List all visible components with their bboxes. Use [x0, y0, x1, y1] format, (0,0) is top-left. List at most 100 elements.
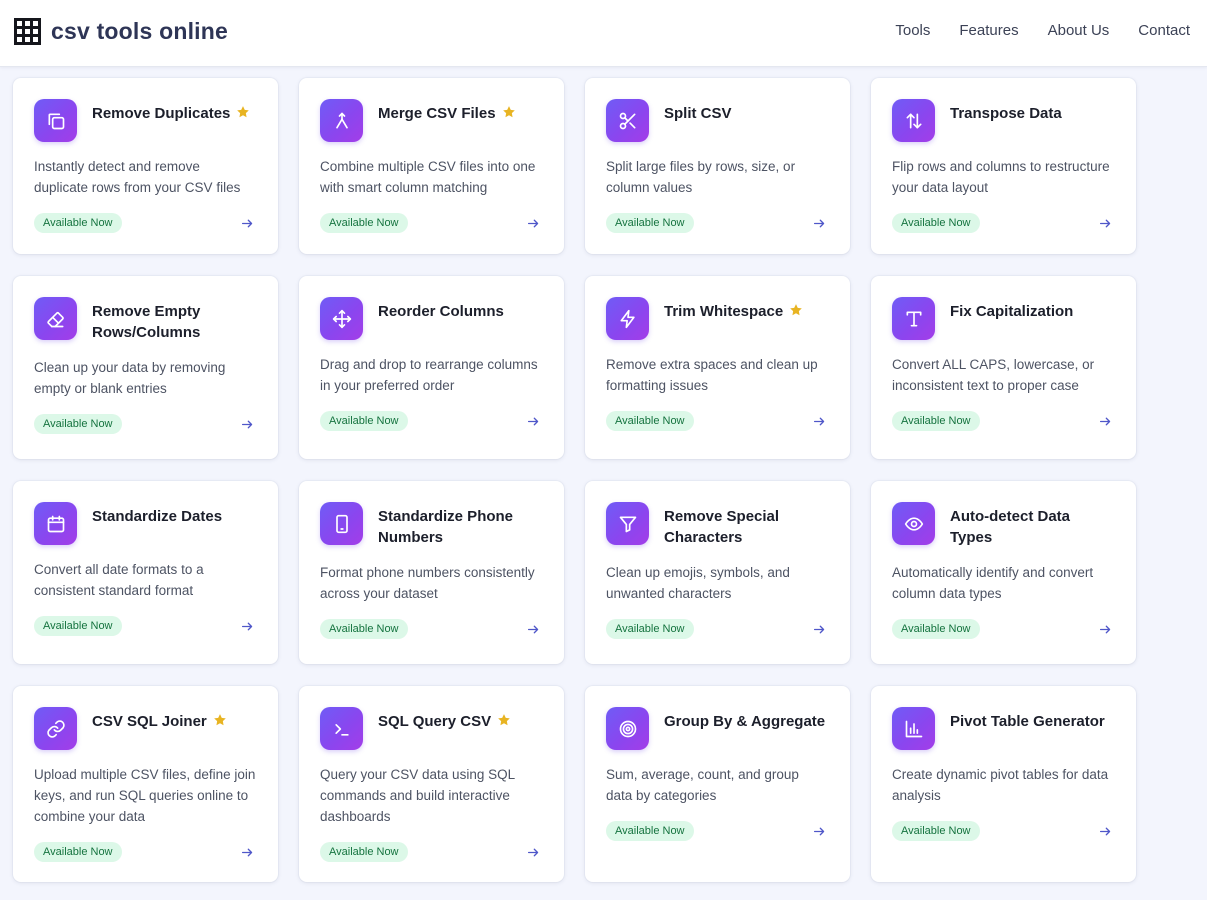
tool-card-merge-csv-files[interactable]: Merge CSV Files Combine multiple CSV fil…: [299, 78, 564, 254]
card-description: Remove extra spaces and clean up formatt…: [606, 357, 818, 393]
tools-row: Remove Duplicates Instantly detect and r…: [13, 78, 1136, 254]
tool-card-transpose-data[interactable]: Transpose Data Flip rows and columns to …: [871, 78, 1136, 254]
card-footer: Available Now: [606, 411, 828, 431]
move-icon: [320, 297, 363, 340]
lightning-icon: [606, 297, 649, 340]
merge-icon: [320, 99, 363, 142]
tool-card-standardize-dates[interactable]: Standardize Dates Convert all date forma…: [13, 481, 278, 664]
card-header: Split CSV: [606, 99, 828, 142]
card-title: Standardize Phone Numbers: [378, 508, 514, 546]
site-header: csv tools online Tools Features About Us…: [0, 0, 1207, 67]
arrow-right-icon[interactable]: [527, 623, 540, 636]
card-title: CSV SQL Joiner: [92, 713, 207, 730]
arrow-right-icon[interactable]: [241, 846, 254, 859]
card-title-wrap: Remove Empty Rows/Columns: [92, 297, 256, 343]
link-icon: [34, 707, 77, 750]
arrow-right-icon[interactable]: [1099, 217, 1112, 230]
logo-text: csv tools online: [51, 18, 229, 44]
status-badge: Available Now: [606, 619, 694, 639]
arrow-right-icon[interactable]: [527, 846, 540, 859]
status-badge: Available Now: [892, 213, 980, 233]
card-header: Remove Duplicates: [34, 99, 256, 142]
status-badge: Available Now: [320, 619, 408, 639]
tool-card-reorder-columns[interactable]: Reorder Columns Drag and drop to rearran…: [299, 276, 564, 459]
card-description: Upload multiple CSV files, define join k…: [34, 767, 256, 824]
tool-card-csv-sql-joiner[interactable]: CSV SQL Joiner Upload multiple CSV files…: [13, 686, 278, 882]
card-title: Group By & Aggregate: [664, 713, 826, 730]
card-title: Reorder Columns: [378, 303, 504, 320]
nav-contact[interactable]: Contact: [1138, 22, 1190, 39]
tool-card-sql-query-csv[interactable]: SQL Query CSV Query your CSV data using …: [299, 686, 564, 882]
type-icon: [892, 297, 935, 340]
arrow-right-icon[interactable]: [527, 217, 540, 230]
tool-card-trim-whitespace[interactable]: Trim Whitespace Remove extra spaces and …: [585, 276, 850, 459]
card-header: Group By & Aggregate: [606, 707, 828, 750]
card-header: Reorder Columns: [320, 297, 542, 340]
tool-card-remove-special-characters[interactable]: Remove Special Characters Clean up emoji…: [585, 481, 850, 664]
card-title-wrap: Standardize Phone Numbers: [378, 502, 542, 548]
tool-card-remove-empty-rows-columns[interactable]: Remove Empty Rows/Columns Clean up your …: [13, 276, 278, 459]
terminal-icon: [320, 707, 363, 750]
card-title-wrap: Reorder Columns: [378, 297, 504, 322]
arrow-right-icon[interactable]: [241, 418, 254, 431]
arrow-right-icon[interactable]: [1099, 415, 1112, 428]
card-header: Pivot Table Generator: [892, 707, 1114, 750]
card-description: Sum, average, count, and group data by c…: [606, 767, 799, 803]
tool-card-standardize-phone-numbers[interactable]: Standardize Phone Numbers Format phone n…: [299, 481, 564, 664]
card-header: Auto-detect Data Types: [892, 502, 1114, 548]
card-description: Automatically identify and convert colum…: [892, 565, 1094, 601]
tools-row: Standardize Dates Convert all date forma…: [13, 481, 1136, 664]
card-header: Standardize Phone Numbers: [320, 502, 542, 548]
card-title-wrap: Pivot Table Generator: [950, 707, 1105, 732]
eye-icon: [892, 502, 935, 545]
tools-row: Remove Empty Rows/Columns Clean up your …: [13, 276, 1136, 459]
card-header: Standardize Dates: [34, 502, 256, 545]
arrow-right-icon[interactable]: [241, 620, 254, 633]
arrow-right-icon[interactable]: [527, 415, 540, 428]
copy-icon: [34, 99, 77, 142]
card-title-wrap: Merge CSV Files: [378, 99, 516, 124]
featured-star-icon: [498, 714, 510, 726]
filter-icon: [606, 502, 649, 545]
arrow-right-icon[interactable]: [813, 415, 826, 428]
swap-vertical-icon: [892, 99, 935, 142]
logo-link[interactable]: csv tools online: [14, 18, 228, 45]
card-title-wrap: Auto-detect Data Types: [950, 502, 1114, 548]
arrow-right-icon[interactable]: [1099, 623, 1112, 636]
eraser-icon: [34, 297, 77, 340]
featured-star-icon: [502, 106, 515, 118]
card-description: Split large files by rows, size, or colu…: [606, 159, 796, 195]
nav-about-us[interactable]: About Us: [1048, 22, 1110, 39]
card-title: Trim Whitespace: [664, 303, 784, 320]
tool-card-split-csv[interactable]: Split CSV Split large files by rows, siz…: [585, 78, 850, 254]
card-description: Combine multiple CSV files into one with…: [320, 159, 536, 195]
card-footer: Available Now: [892, 411, 1114, 431]
status-badge: Available Now: [606, 411, 694, 431]
arrow-right-icon[interactable]: [241, 217, 254, 230]
card-title: Auto-detect Data Types: [950, 508, 1071, 546]
nav-features[interactable]: Features: [959, 22, 1018, 39]
arrow-right-icon[interactable]: [813, 825, 826, 838]
card-footer: Available Now: [34, 414, 256, 434]
tool-card-fix-capitalization[interactable]: Fix Capitalization Convert ALL CAPS, low…: [871, 276, 1136, 459]
tool-card-group-by-aggregate[interactable]: Group By & Aggregate Sum, average, count…: [585, 686, 850, 882]
status-badge: Available Now: [34, 213, 122, 233]
status-badge: Available Now: [320, 411, 408, 431]
card-footer: Available Now: [320, 411, 542, 431]
card-footer: Available Now: [892, 619, 1114, 639]
nav-tools[interactable]: Tools: [895, 22, 930, 39]
status-badge: Available Now: [320, 213, 408, 233]
card-footer: Available Now: [606, 821, 828, 841]
scissors-icon: [606, 99, 649, 142]
main-nav: Tools Features About Us Contact: [895, 22, 1190, 39]
card-description: Create dynamic pivot tables for data ana…: [892, 767, 1109, 803]
arrow-right-icon[interactable]: [1099, 825, 1112, 838]
featured-star-icon: [213, 714, 226, 726]
card-title-wrap: Remove Special Characters: [664, 502, 828, 548]
arrow-right-icon[interactable]: [813, 217, 826, 230]
card-footer: Available Now: [320, 619, 542, 639]
tool-card-remove-duplicates[interactable]: Remove Duplicates Instantly detect and r…: [13, 78, 278, 254]
tool-card-pivot-table-generator[interactable]: Pivot Table Generator Create dynamic piv…: [871, 686, 1136, 882]
arrow-right-icon[interactable]: [813, 623, 826, 636]
tool-card-auto-detect-data-types[interactable]: Auto-detect Data Types Automatically ide…: [871, 481, 1136, 664]
